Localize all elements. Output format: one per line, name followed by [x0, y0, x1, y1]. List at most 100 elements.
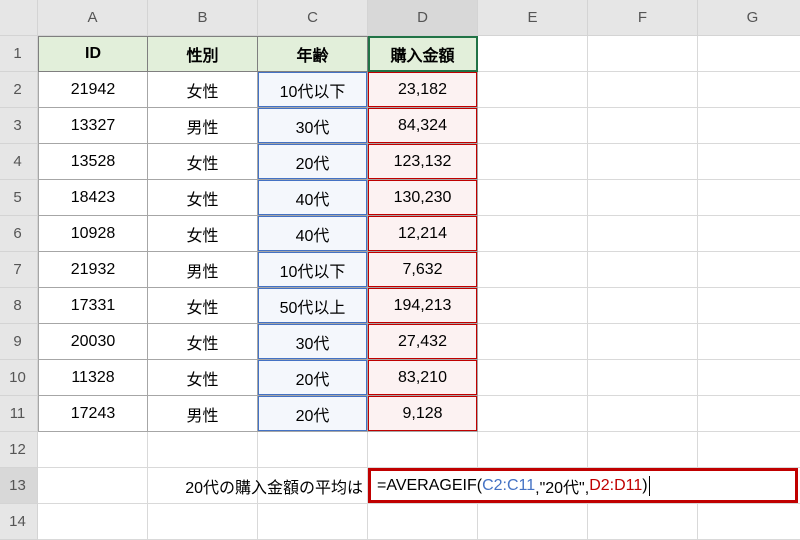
cell-D11[interactable]: 9,128	[368, 396, 478, 432]
cell-G11[interactable]	[698, 396, 800, 432]
cell-A11[interactable]: 17243	[38, 396, 148, 432]
cell-C4[interactable]: 20代	[258, 144, 368, 180]
row-header-13[interactable]: 13	[0, 468, 38, 504]
cell-D10[interactable]: 83,210	[368, 360, 478, 396]
row-header-9[interactable]: 9	[0, 324, 38, 360]
cell-E3[interactable]	[478, 108, 588, 144]
row-header-1[interactable]: 1	[0, 36, 38, 72]
cell-B11[interactable]: 男性	[148, 396, 258, 432]
select-all-corner[interactable]	[0, 0, 38, 36]
cell-E9[interactable]	[478, 324, 588, 360]
cell-B7[interactable]: 男性	[148, 252, 258, 288]
cell-A10[interactable]: 11328	[38, 360, 148, 396]
cell-D5[interactable]: 130,230	[368, 180, 478, 216]
cell-G10[interactable]	[698, 360, 800, 396]
cell-D1[interactable]: 購入金額	[368, 36, 478, 72]
cell-D13[interactable]: =AVERAGEIF(C2:C11,"20代",D2:D11)	[368, 468, 478, 504]
cell-E11[interactable]	[478, 396, 588, 432]
row-header-5[interactable]: 5	[0, 180, 38, 216]
row-header-3[interactable]: 3	[0, 108, 38, 144]
cell-A7[interactable]: 21932	[38, 252, 148, 288]
cell-D3[interactable]: 84,324	[368, 108, 478, 144]
cell-B2[interactable]: 女性	[148, 72, 258, 108]
cell-G6[interactable]	[698, 216, 800, 252]
row-header-10[interactable]: 10	[0, 360, 38, 396]
cell-G8[interactable]	[698, 288, 800, 324]
cell-F3[interactable]	[588, 108, 698, 144]
row-header-2[interactable]: 2	[0, 72, 38, 108]
cell-C1[interactable]: 年齢	[258, 36, 368, 72]
cell-G7[interactable]	[698, 252, 800, 288]
cell-B9[interactable]: 女性	[148, 324, 258, 360]
cell-C13[interactable]: 20代の購入金額の平均は	[258, 468, 368, 504]
cell-C9[interactable]: 30代	[258, 324, 368, 360]
cell-D2[interactable]: 23,182	[368, 72, 478, 108]
cell-G1[interactable]	[698, 36, 800, 72]
cell-A6[interactable]: 10928	[38, 216, 148, 252]
cell-E6[interactable]	[478, 216, 588, 252]
row-header-8[interactable]: 8	[0, 288, 38, 324]
cell-A12[interactable]	[38, 432, 148, 468]
cell-E2[interactable]	[478, 72, 588, 108]
column-header-B[interactable]: B	[148, 0, 258, 36]
cell-D6[interactable]: 12,214	[368, 216, 478, 252]
column-header-G[interactable]: G	[698, 0, 800, 36]
cell-G4[interactable]	[698, 144, 800, 180]
cell-B1[interactable]: 性別	[148, 36, 258, 72]
column-header-A[interactable]: A	[38, 0, 148, 36]
row-header-4[interactable]: 4	[0, 144, 38, 180]
cell-A5[interactable]: 18423	[38, 180, 148, 216]
cell-D9[interactable]: 27,432	[368, 324, 478, 360]
cell-C8[interactable]: 50代以上	[258, 288, 368, 324]
cell-E14[interactable]	[478, 504, 588, 540]
cell-A9[interactable]: 20030	[38, 324, 148, 360]
row-header-7[interactable]: 7	[0, 252, 38, 288]
cell-C12[interactable]	[258, 432, 368, 468]
cell-D7[interactable]: 7,632	[368, 252, 478, 288]
cell-E5[interactable]	[478, 180, 588, 216]
column-header-F[interactable]: F	[588, 0, 698, 36]
column-header-D[interactable]: D	[368, 0, 478, 36]
cell-G14[interactable]	[698, 504, 800, 540]
cell-A2[interactable]: 21942	[38, 72, 148, 108]
cell-E8[interactable]	[478, 288, 588, 324]
column-header-E[interactable]: E	[478, 0, 588, 36]
cell-C2[interactable]: 10代以下	[258, 72, 368, 108]
cell-B14[interactable]	[148, 504, 258, 540]
cell-D14[interactable]	[368, 504, 478, 540]
row-header-6[interactable]: 6	[0, 216, 38, 252]
cell-F8[interactable]	[588, 288, 698, 324]
cell-F11[interactable]	[588, 396, 698, 432]
cell-C14[interactable]	[258, 504, 368, 540]
cell-F1[interactable]	[588, 36, 698, 72]
spreadsheet-grid[interactable]: ABCDEFG1ID性別年齢購入金額221942女性10代以下23,182313…	[0, 0, 800, 540]
cell-A4[interactable]: 13528	[38, 144, 148, 180]
cell-G12[interactable]	[698, 432, 800, 468]
row-header-12[interactable]: 12	[0, 432, 38, 468]
row-header-14[interactable]: 14	[0, 504, 38, 540]
cell-C7[interactable]: 10代以下	[258, 252, 368, 288]
cell-B3[interactable]: 男性	[148, 108, 258, 144]
cell-F9[interactable]	[588, 324, 698, 360]
cell-G3[interactable]	[698, 108, 800, 144]
cell-E10[interactable]	[478, 360, 588, 396]
row-header-11[interactable]: 11	[0, 396, 38, 432]
cell-E1[interactable]	[478, 36, 588, 72]
cell-E12[interactable]	[478, 432, 588, 468]
cell-A1[interactable]: ID	[38, 36, 148, 72]
cell-C6[interactable]: 40代	[258, 216, 368, 252]
cell-B8[interactable]: 女性	[148, 288, 258, 324]
cell-C11[interactable]: 20代	[258, 396, 368, 432]
cell-A8[interactable]: 17331	[38, 288, 148, 324]
cell-B10[interactable]: 女性	[148, 360, 258, 396]
cell-F6[interactable]	[588, 216, 698, 252]
cell-C3[interactable]: 30代	[258, 108, 368, 144]
cell-A3[interactable]: 13327	[38, 108, 148, 144]
cell-A14[interactable]	[38, 504, 148, 540]
cell-A13[interactable]	[38, 468, 148, 504]
cell-F4[interactable]	[588, 144, 698, 180]
cell-G5[interactable]	[698, 180, 800, 216]
cell-D4[interactable]: 123,132	[368, 144, 478, 180]
cell-E7[interactable]	[478, 252, 588, 288]
column-header-C[interactable]: C	[258, 0, 368, 36]
